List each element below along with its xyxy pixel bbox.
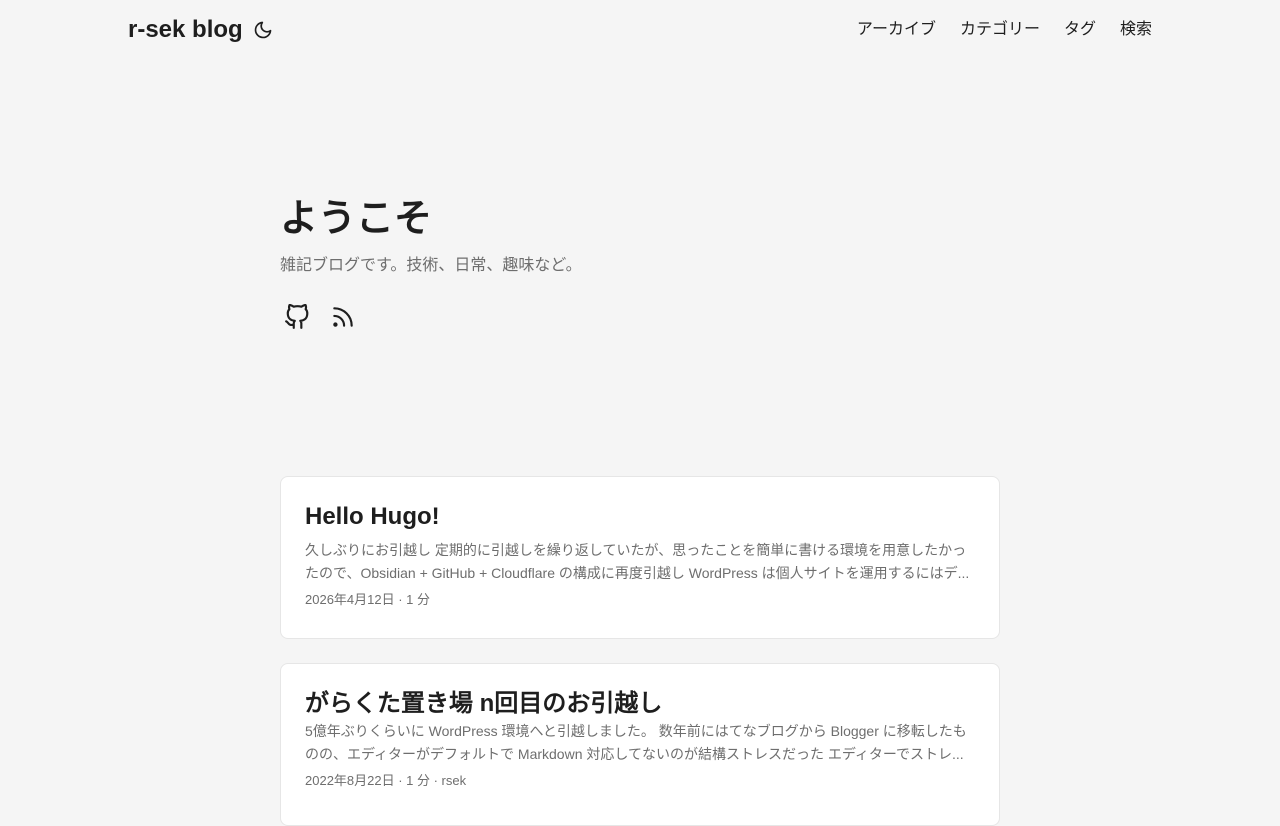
site-logo[interactable]: r-sek blog bbox=[128, 15, 243, 45]
github-icon[interactable] bbox=[280, 300, 312, 334]
post-summary: 久しぶりにお引越し 定期的に引越しを繰り返していたが、思ったことを簡単に書ける環… bbox=[305, 542, 970, 581]
home-title: ようこそ bbox=[280, 198, 433, 240]
post-title[interactable]: がらくた置き場 n回目のお引越し bbox=[305, 688, 975, 720]
post-meta: 2026年4月12日 · 1 分 bbox=[305, 592, 431, 607]
social-icons bbox=[280, 300, 358, 334]
nav-tags[interactable]: タグ bbox=[1064, 19, 1096, 41]
post-entry[interactable]: Hello Hugo! 久しぶりにお引越し 定期的に引越しを繰り返していたが、思… bbox=[280, 476, 1000, 639]
site-header: r-sek blog アーカイブ カテゴリー タグ 検索 bbox=[0, 0, 1280, 60]
main-nav: アーカイブ カテゴリー タグ 検索 bbox=[857, 19, 1152, 41]
home-info: ようこそ 雑記ブログです。技術、日常、趣味など。 bbox=[280, 195, 1000, 277]
nav-search[interactable]: 検索 bbox=[1120, 19, 1152, 41]
post-meta: 2022年8月22日 · 1 分 · rsek bbox=[305, 773, 467, 788]
post-summary: 5億年ぶりくらいに WordPress 環境へと引越しました。 数年前にはてなブ… bbox=[305, 723, 967, 762]
post-title[interactable]: Hello Hugo! bbox=[305, 501, 975, 533]
nav-archive[interactable]: アーカイブ bbox=[857, 19, 936, 41]
post-entry[interactable]: がらくた置き場 n回目のお引越し 5億年ぶりくらいに WordPress 環境へ… bbox=[280, 663, 1000, 826]
moon-icon[interactable] bbox=[253, 20, 273, 40]
rss-icon[interactable] bbox=[326, 300, 358, 334]
nav-categories[interactable]: カテゴリー bbox=[960, 19, 1040, 41]
home-description: 雑記ブログです。技術、日常、趣味など。 bbox=[280, 257, 582, 274]
